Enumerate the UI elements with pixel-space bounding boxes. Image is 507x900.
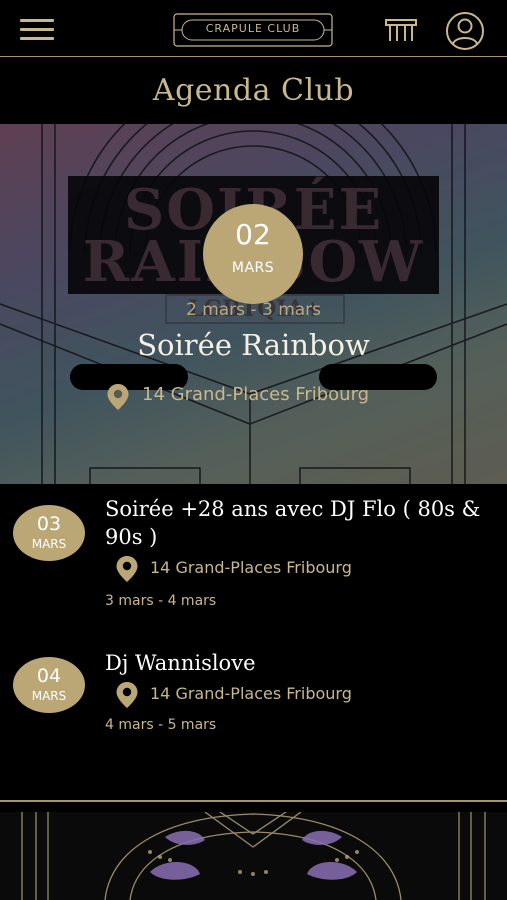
hamburger-icon[interactable] xyxy=(20,19,54,41)
event-location-text: 14 Grand-Places Fribourg xyxy=(150,558,352,577)
featured-date-range: 2 mars - 3 mars xyxy=(185,300,322,320)
featured-date-badge: 02 MARS xyxy=(203,204,303,304)
section-divider xyxy=(0,800,507,802)
event-list-item[interactable]: 04 MARS Dj Wannislove 14 Grand-Places Fr… xyxy=(0,640,507,750)
event-date-badge: 04 MARS xyxy=(13,657,85,713)
map-pin-icon xyxy=(116,556,138,582)
event-location-text: 14 Grand-Places Fribourg xyxy=(150,684,352,703)
featured-title: Soirée Rainbow xyxy=(137,328,370,362)
event-date-range: 3 mars - 4 mars xyxy=(105,593,217,609)
user-circle-icon[interactable] xyxy=(444,11,486,51)
featured-location-text: 14 Grand-Places Fribourg xyxy=(142,384,370,405)
event-month: MARS xyxy=(31,537,67,551)
next-event-artwork[interactable] xyxy=(0,812,507,900)
event-title: Soirée +28 ans avec DJ Flo ( 80s & 90s ) xyxy=(105,497,481,549)
featured-day: 02 xyxy=(235,218,271,251)
page-title: Agenda Club xyxy=(152,73,355,108)
event-month: MARS xyxy=(31,689,67,703)
building-icon[interactable] xyxy=(384,17,418,43)
map-pin-icon xyxy=(107,384,129,410)
crapule-club-logo[interactable]: CRAPULE CLUB xyxy=(172,12,334,48)
event-day: 04 xyxy=(36,665,62,687)
event-title: Dj Wannislove xyxy=(105,651,256,675)
logo-text: CRAPULE CLUB xyxy=(205,22,301,35)
featured-event-card[interactable]: SOIRÉE RAINBOW LGBTQIA+ 02 MARS 2 mars -… xyxy=(0,124,507,484)
map-pin-icon xyxy=(116,682,138,708)
featured-month: MARS xyxy=(231,260,275,276)
event-date-badge: 03 MARS xyxy=(13,505,85,561)
event-list-item[interactable]: 03 MARS Soirée +28 ans avec DJ Flo ( 80s… xyxy=(0,484,507,634)
event-date-range: 4 mars - 5 mars xyxy=(105,717,217,733)
event-day: 03 xyxy=(36,513,62,535)
top-navigation-bar: CRAPULE CLUB xyxy=(0,0,507,57)
